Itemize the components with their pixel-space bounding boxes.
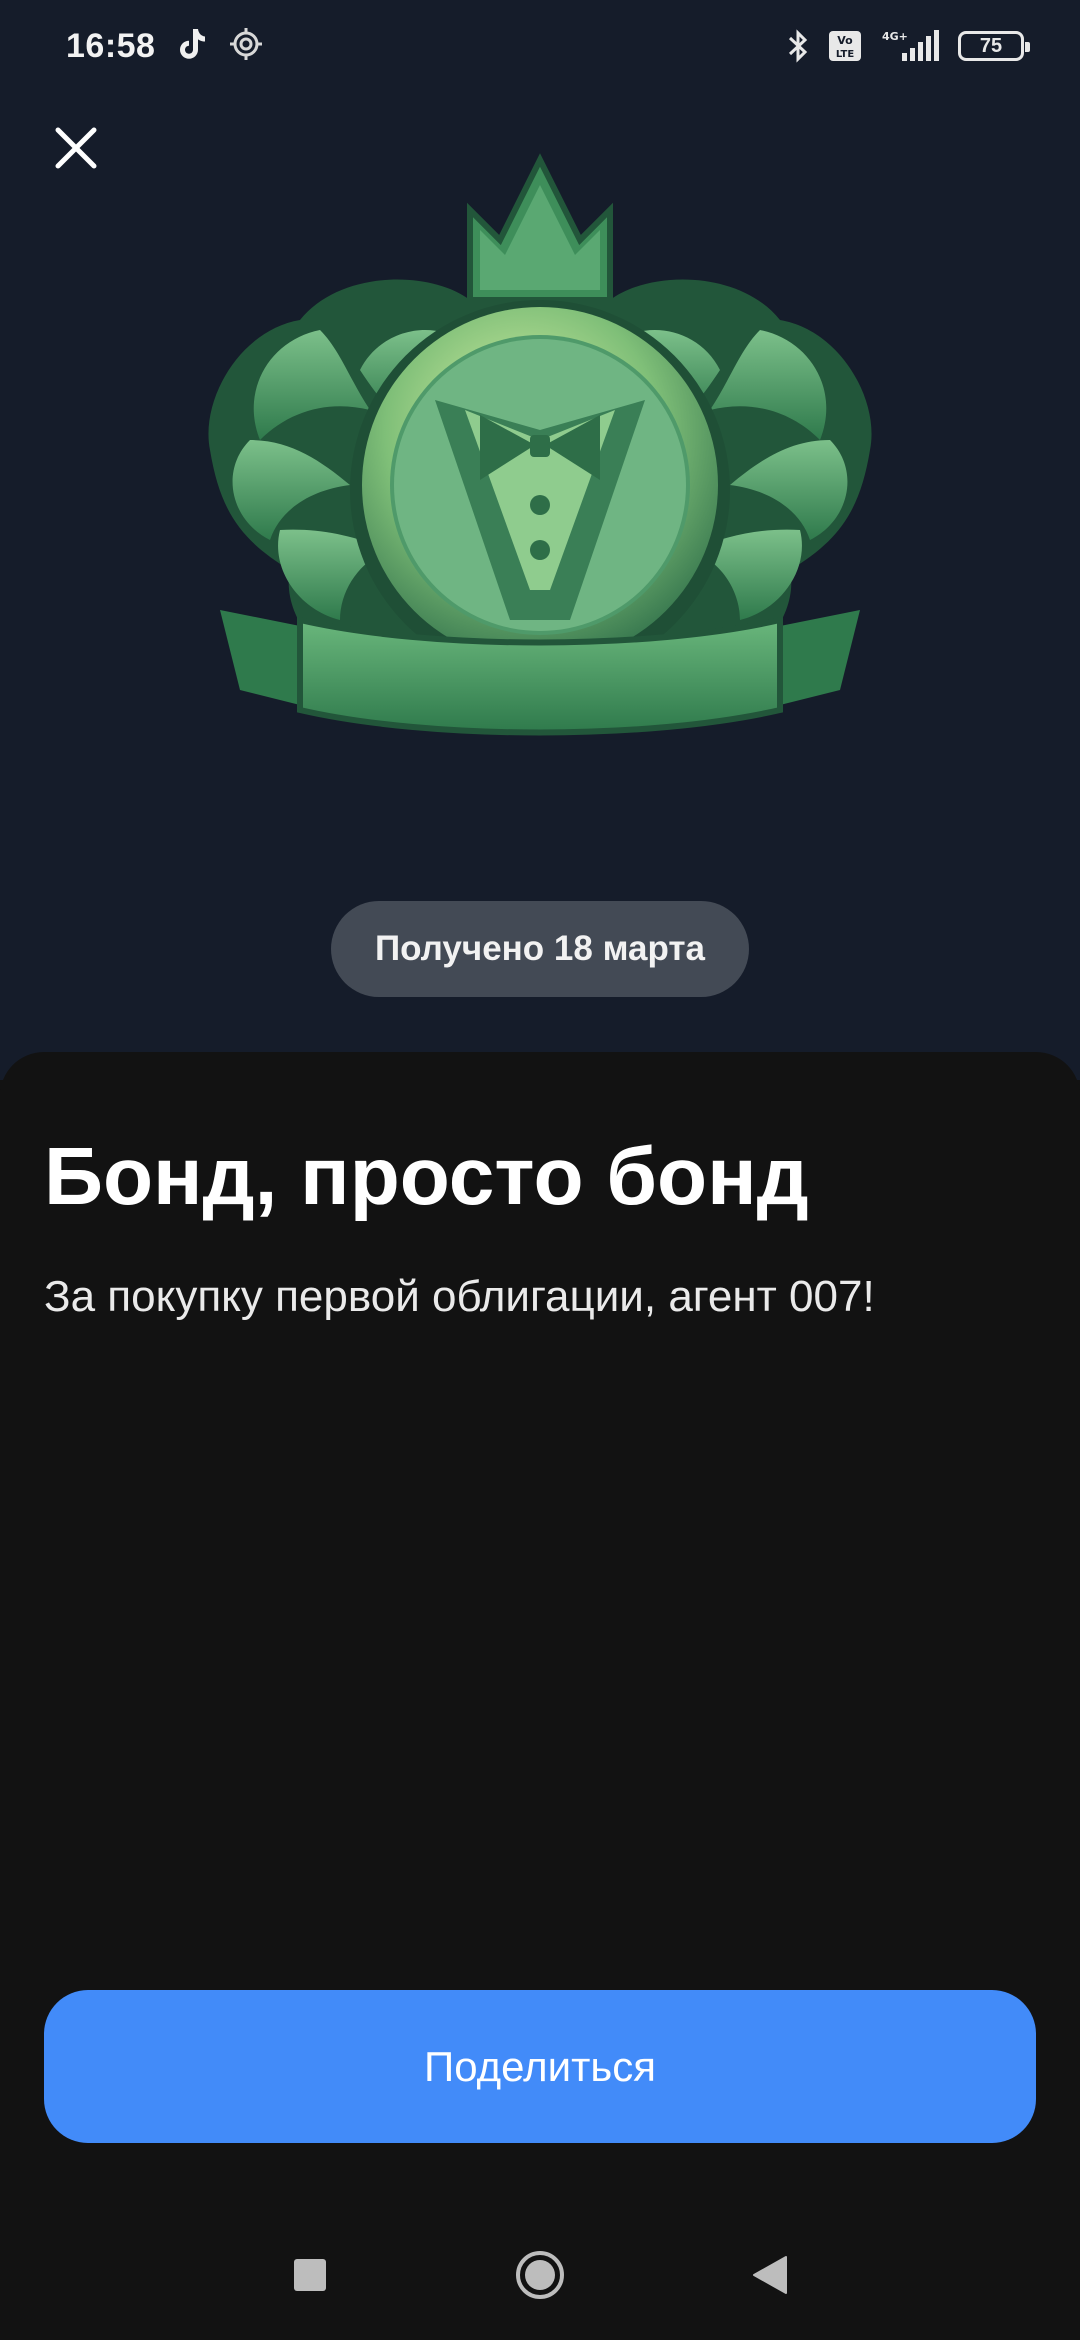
square-icon <box>294 2259 326 2291</box>
award-details-sheet <box>0 1052 1080 2340</box>
close-icon <box>55 127 97 169</box>
award-description: За покупку первой облигации, агент 007! <box>44 1272 875 1321</box>
signal-4g-icon: 4G+ <box>880 29 940 63</box>
status-time: 16:58 <box>66 26 156 65</box>
recents-button[interactable] <box>280 2245 340 2305</box>
status-bar: 16:58 Vo LTE 4G+ 75 <box>0 0 1080 92</box>
svg-text:LTE: LTE <box>836 49 855 60</box>
share-button[interactable]: Поделиться <box>44 1990 1036 2143</box>
status-right: Vo LTE 4G+ 75 <box>786 29 1030 63</box>
svg-text:4G+: 4G+ <box>882 30 908 43</box>
battery-indicator: 75 <box>958 31 1030 61</box>
tuxedo-crest-icon <box>180 150 900 870</box>
bluetooth-icon <box>786 29 810 63</box>
triangle-back-icon <box>753 2256 787 2294</box>
volte-icon: Vo LTE <box>828 30 862 62</box>
settings-icon <box>229 27 263 66</box>
tiktok-icon <box>177 27 207 66</box>
circle-icon <box>516 2251 564 2299</box>
svg-text:Vo: Vo <box>837 34 853 47</box>
system-nav-bar <box>0 2220 1080 2330</box>
home-button[interactable] <box>510 2245 570 2305</box>
award-title: Бонд, просто бонд <box>44 1131 809 1222</box>
status-left: 16:58 <box>66 27 263 66</box>
back-button[interactable] <box>740 2245 800 2305</box>
close-button[interactable] <box>46 118 106 178</box>
received-date-badge: Получено 18 марта <box>331 901 749 997</box>
